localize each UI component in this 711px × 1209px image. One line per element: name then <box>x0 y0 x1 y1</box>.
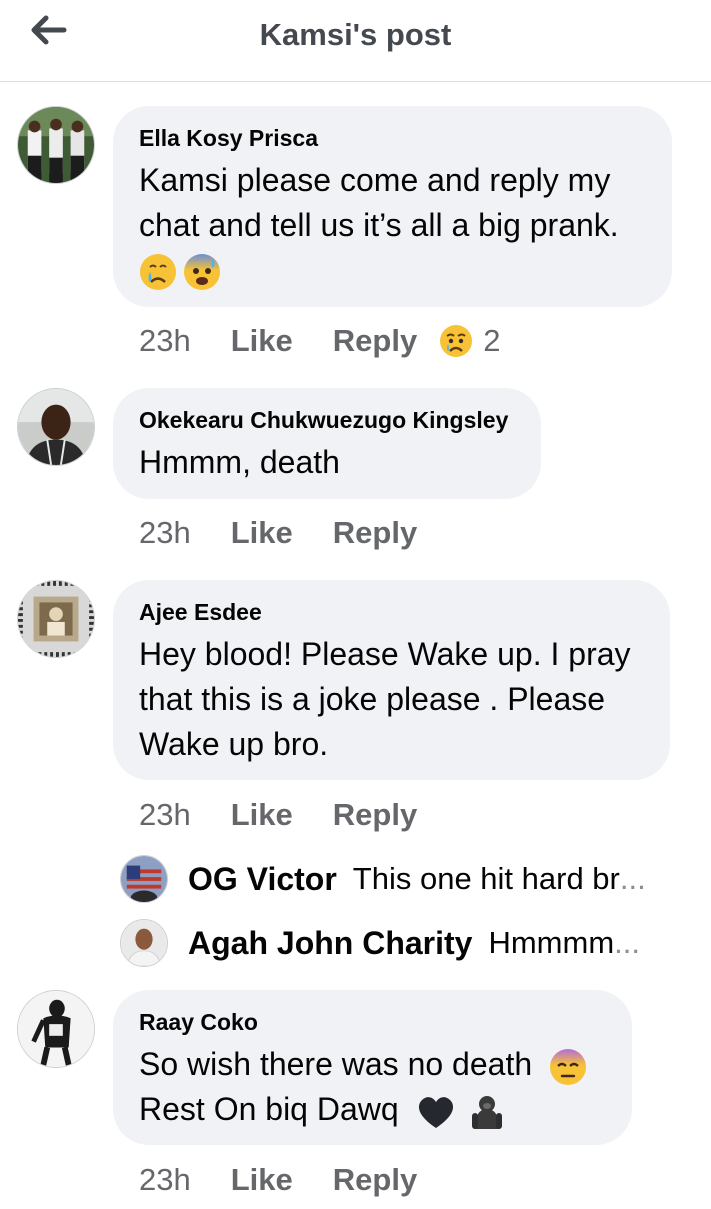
avatar-og-victor[interactable] <box>120 855 168 903</box>
reply-preview[interactable]: OG Victor This one hit hard br... <box>120 855 646 903</box>
comment-time: 23h <box>139 515 191 550</box>
face-with-rolling-eyes-emoji <box>550 1048 587 1085</box>
reply-text: This one hit hard br <box>352 861 620 896</box>
page-title: Kamsi's post <box>259 17 452 52</box>
comment-actions: 23h Like Reply <box>139 1162 457 1198</box>
comment-actions: 23h Like Reply <box>139 797 457 833</box>
reply-button[interactable]: Reply <box>333 797 417 833</box>
like-button[interactable]: Like <box>231 797 293 833</box>
comment-time: 23h <box>139 1162 191 1197</box>
comment-text: Hmmm, death <box>139 444 340 480</box>
comment-text: Hey blood! Please Wake up. I pray that t… <box>139 636 631 762</box>
reply-author[interactable]: Agah John Charity <box>188 925 472 962</box>
reaction-count[interactable]: 2 <box>483 323 500 359</box>
crying-face-emoji <box>140 254 176 290</box>
reply-button[interactable]: Reply <box>333 1162 417 1198</box>
comment-text: So wish there was no death Rest On biq D… <box>139 1042 606 1132</box>
comment-bubble: Okekearu Chukwuezugo Kingsley Hmmm, deat… <box>113 388 541 499</box>
avatar-okekearu[interactable] <box>17 388 95 466</box>
like-button[interactable]: Like <box>231 515 293 551</box>
reply-button[interactable]: Reply <box>333 515 417 551</box>
sad-reaction-icon[interactable] <box>439 324 473 358</box>
reply-text: Hmmmm <box>488 925 615 960</box>
comment-text-line-2: Rest On biq Dawq <box>139 1091 399 1127</box>
gorilla-emoji <box>472 1095 503 1129</box>
top-bar: Kamsi's post <box>0 0 711 82</box>
comment-bubble: Ajee Esdee Hey blood! Please Wake up. I … <box>113 580 670 780</box>
comment-author[interactable]: Ella Kosy Prisca <box>139 124 646 152</box>
like-button[interactable]: Like <box>231 323 293 359</box>
reply-ellipsis: ... <box>619 861 646 896</box>
avatar-raay[interactable] <box>17 990 95 1068</box>
comment-author[interactable]: Ajee Esdee <box>139 598 644 626</box>
reply-preview[interactable]: Agah John Charity Hmmmm... <box>120 919 640 967</box>
comment-author[interactable]: Okekearu Chukwuezugo Kingsley <box>139 406 515 434</box>
comment-bubble: Raay Coko So wish there was no death Res… <box>113 990 632 1145</box>
reply-author[interactable]: OG Victor <box>188 861 337 898</box>
emoji-row <box>139 252 646 292</box>
comment-actions: 23h Like Reply 2 <box>139 323 500 359</box>
comment-text: Kamsi please come and reply my chat and … <box>139 162 619 243</box>
reply-ellipsis: ... <box>614 925 640 960</box>
avatar-ella[interactable] <box>17 106 95 184</box>
reply-button[interactable]: Reply <box>333 323 417 359</box>
avatar-ajee[interactable] <box>17 580 95 658</box>
black-heart-emoji <box>418 1096 453 1128</box>
comment-time: 23h <box>139 323 191 358</box>
like-button[interactable]: Like <box>231 1162 293 1198</box>
comment-actions: 23h Like Reply <box>139 515 457 551</box>
comment-time: 23h <box>139 797 191 832</box>
comment-text-line-1: So wish there was no death <box>139 1046 533 1082</box>
anxious-face-with-sweat-emoji <box>184 254 220 290</box>
avatar-agah-john[interactable] <box>120 919 168 967</box>
comment-author[interactable]: Raay Coko <box>139 1008 606 1036</box>
comment-bubble: Ella Kosy Prisca Kamsi please come and r… <box>113 106 672 307</box>
